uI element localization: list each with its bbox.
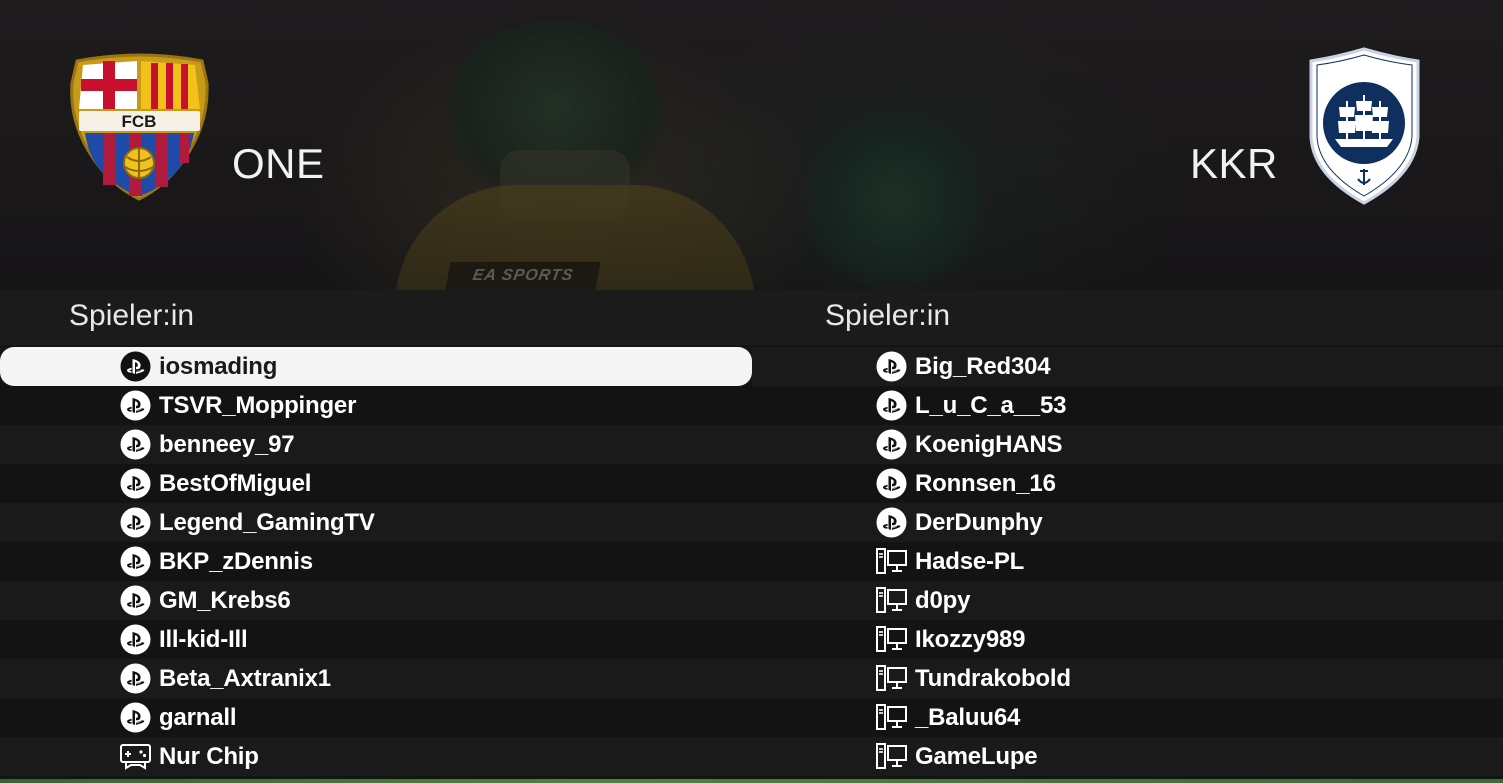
home-player-name: TSVR_Moppinger (159, 391, 357, 419)
home-player-name: benneey_97 (159, 430, 295, 458)
pc-icon (876, 663, 907, 694)
away-player-row[interactable]: L_u_C_a__53 (752, 386, 1503, 425)
away-player-name: Hadse-PL (915, 547, 1025, 575)
away-player-row[interactable]: Hadse-PL (752, 542, 1503, 581)
playstation-icon (120, 507, 151, 538)
away-player-row[interactable]: Ikozzy989 (752, 620, 1503, 659)
home-player-name: Ill-kid-Ill (159, 625, 248, 653)
home-player-name: iosmading (159, 352, 278, 380)
home-roster: Spieler:in iosmading TSVR_Moppingerbennee… (0, 290, 752, 783)
away-player-row[interactable]: _Baluu64 (752, 698, 1503, 737)
pc-icon (876, 702, 907, 733)
away-player-name: d0py (915, 586, 971, 614)
away-player-row[interactable]: KoenigHANS (752, 425, 1503, 464)
home-player-row[interactable]: Beta_Axtranix1 (0, 659, 752, 698)
home-player-name: garnall (159, 703, 237, 731)
playstation-icon (120, 390, 151, 421)
away-team-name: KKR (1190, 140, 1278, 187)
playstation-icon (120, 468, 151, 499)
pc-icon (876, 546, 907, 577)
match-header: EA SPORTS FCB ONE KKR (0, 0, 1503, 290)
home-player-row[interactable]: Ill-kid-Ill (0, 620, 752, 659)
away-player-name: KoenigHANS (915, 430, 1063, 458)
home-player-row[interactable]: TSVR_Moppinger (0, 386, 752, 425)
playstation-icon (120, 624, 151, 655)
home-player-name: GM_Krebs6 (159, 586, 291, 614)
playstation-icon (876, 429, 907, 460)
home-team-name: ONE (232, 140, 325, 187)
playstation-icon (876, 468, 907, 499)
away-player-name: Big_Red304 (915, 352, 1051, 380)
playstation-icon (876, 390, 907, 421)
away-player-name: GameLupe (915, 742, 1038, 770)
away-player-name: _Baluu64 (915, 703, 1021, 731)
home-player-name: BestOfMiguel (159, 469, 312, 497)
playstation-icon (876, 351, 907, 382)
playstation-icon (120, 702, 151, 733)
away-player-name: Tundrakobold (915, 664, 1071, 692)
playstation-icon (120, 585, 151, 616)
home-player-name: Beta_Axtranix1 (159, 664, 331, 692)
home-player-row[interactable]: garnall (0, 698, 752, 737)
away-player-row[interactable]: DerDunphy (752, 503, 1503, 542)
away-player-list: Big_Red304 L_u_C_a__53 KoenigHANS Ronnsen_1… (752, 347, 1503, 776)
home-player-name: Nur Chip (159, 742, 259, 770)
home-player-row[interactable]: Nur Chip (0, 737, 752, 776)
away-roster-title: Spieler:in (825, 299, 951, 332)
away-player-row[interactable]: d0py (752, 581, 1503, 620)
home-player-row[interactable]: BestOfMiguel (0, 464, 752, 503)
home-player-name: BKP_zDennis (159, 547, 313, 575)
gamepad-icon (120, 741, 151, 772)
team-rosters: Spieler:in iosmading TSVR_Moppingerbennee… (0, 290, 1503, 783)
home-player-row[interactable]: GM_Krebs6 (0, 581, 752, 620)
away-roster: Spieler:in Big_Red304 L_u_C_a__53 KoenigHA… (752, 290, 1503, 783)
home-player-row[interactable]: iosmading (0, 347, 752, 386)
away-player-row[interactable]: GameLupe (752, 737, 1503, 776)
playstation-icon (120, 429, 151, 460)
home-roster-header: Spieler:in (0, 290, 752, 345)
playstation-icon (120, 663, 151, 694)
ship-shield-crest-icon (1307, 47, 1422, 205)
fc-barcelona-crest-icon: FCB (67, 53, 212, 201)
playstation-icon (120, 546, 151, 577)
away-player-row[interactable]: Big_Red304 (752, 347, 1503, 386)
away-player-name: L_u_C_a__53 (915, 391, 1067, 419)
pc-icon (876, 585, 907, 616)
pitch-edge-strip (0, 779, 1503, 783)
away-player-name: DerDunphy (915, 508, 1043, 536)
home-player-name: Legend_GamingTV (159, 508, 375, 536)
pc-icon (876, 624, 907, 655)
svg-text:FCB: FCB (122, 112, 157, 131)
away-player-row[interactable]: Ronnsen_16 (752, 464, 1503, 503)
away-roster-header: Spieler:in (752, 290, 1503, 345)
home-player-list: iosmading TSVR_Moppinger benneey_97 BestOfM… (0, 347, 752, 776)
pc-icon (876, 741, 907, 772)
home-roster-title: Spieler:in (69, 299, 195, 332)
home-player-row[interactable]: benneey_97 (0, 425, 752, 464)
home-player-row[interactable]: BKP_zDennis (0, 542, 752, 581)
away-player-row[interactable]: Tundrakobold (752, 659, 1503, 698)
home-player-row[interactable]: Legend_GamingTV (0, 503, 752, 542)
playstation-icon (876, 507, 907, 538)
playstation-icon (120, 351, 151, 382)
away-player-name: Ikozzy989 (915, 625, 1026, 653)
away-player-name: Ronnsen_16 (915, 469, 1056, 497)
